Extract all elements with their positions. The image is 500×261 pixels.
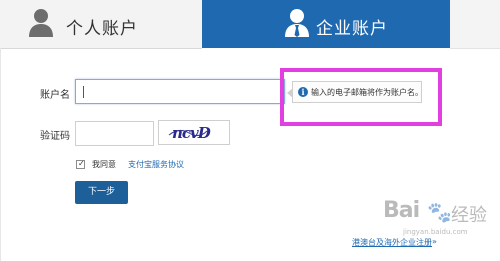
- watermark-bai: Bai: [383, 198, 420, 223]
- watermark-jingyan: 经验: [451, 205, 487, 226]
- user-icon: [29, 9, 53, 37]
- text-caret: [83, 86, 84, 98]
- tabbar-spacer: [450, 0, 500, 49]
- tab-personal-label: 个人账户: [66, 19, 138, 39]
- tab-enterprise-label: 企业账户: [316, 19, 388, 39]
- tab-enterprise-account[interactable]: 企业账户: [202, 0, 450, 48]
- panel-border: [0, 48, 1, 261]
- annotation-highlight-box: [280, 68, 442, 126]
- agreement-link[interactable]: 支付宝服务协议: [128, 159, 184, 170]
- account-name-input[interactable]: [75, 79, 285, 104]
- captcha-label: 验证码: [40, 131, 70, 142]
- paw-icon: 🐾: [427, 200, 452, 224]
- captcha-input[interactable]: [75, 121, 154, 146]
- tab-personal-account[interactable]: 个人账户: [0, 0, 202, 49]
- captcha-image[interactable]: ncvD: [158, 120, 230, 145]
- baidu-jingyan-watermark: Bai 🐾 经验 jingyan.baidu.com: [383, 198, 493, 252]
- check-icon: ✓: [78, 159, 85, 168]
- account-name-label: 账户名: [40, 90, 70, 101]
- next-step-button[interactable]: 下一步: [75, 181, 128, 204]
- watermark-url: jingyan.baidu.com: [403, 228, 468, 236]
- agreement-checkbox[interactable]: ✓: [76, 159, 85, 169]
- captcha-graphic: ncvD: [168, 124, 212, 142]
- business-user-icon: [285, 9, 309, 37]
- captcha-text: ncvD: [172, 124, 211, 142]
- agree-text: 我同意: [92, 160, 116, 169]
- account-type-tabs: 个人账户 企业账户: [0, 0, 500, 49]
